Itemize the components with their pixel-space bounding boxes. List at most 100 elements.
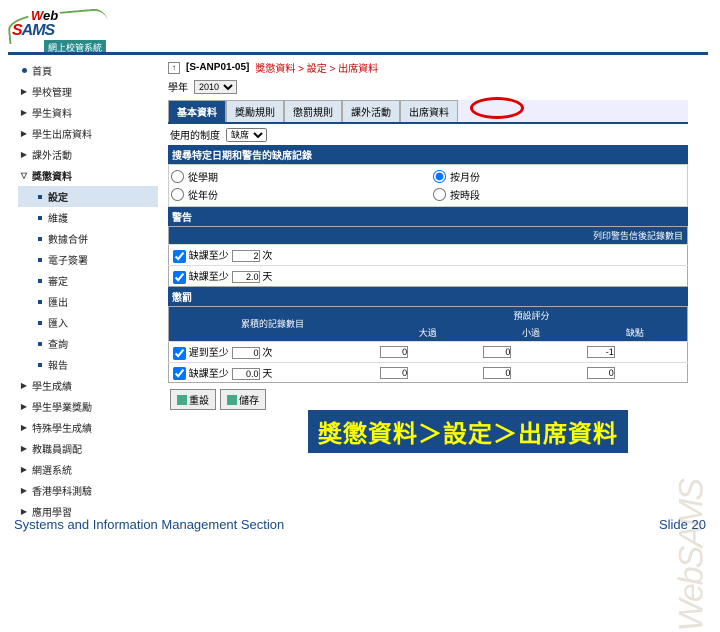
row-checkbox[interactable] — [173, 367, 186, 380]
sidebar-item-18[interactable]: ▶ 教職員調配 — [18, 438, 158, 459]
sidebar-item-label: 審定 — [48, 273, 68, 288]
square-icon — [36, 342, 44, 346]
score-input[interactable] — [380, 367, 408, 379]
sidebar-item-label: 查詢 — [48, 336, 68, 351]
sidebar-item-label: 學生資料 — [32, 105, 72, 120]
triangle-icon: ▶ — [20, 444, 28, 453]
row-checkbox[interactable] — [173, 271, 186, 284]
radio-label: 按時段 — [450, 187, 480, 202]
highlight-circle — [470, 97, 524, 119]
threshold-input[interactable] — [232, 347, 260, 359]
sidebar-item-12[interactable]: 匯入 — [18, 312, 158, 333]
screen-code: [S-ANP01-05] — [186, 62, 249, 73]
table-row: 缺課至少 天 — [169, 265, 688, 286]
square-icon — [36, 195, 44, 199]
back-icon — [177, 395, 187, 405]
triangle-icon: ▶ — [20, 108, 28, 117]
sidebar-item-15[interactable]: ▶學生成績 — [18, 375, 158, 396]
score-input[interactable] — [587, 367, 615, 379]
sidebar-item-3[interactable]: ▶ 學生出席資料 — [18, 123, 158, 144]
sidebar-item-19[interactable]: ▶網選系統 — [18, 459, 158, 480]
radio-input[interactable] — [171, 170, 184, 183]
period-radio-0[interactable]: 從學期 — [171, 169, 423, 184]
bullet-icon — [20, 68, 28, 73]
sidebar-item-label: 香港學科測驗 — [32, 483, 92, 498]
sidebar-item-20[interactable]: ▶ 香港學科測驗 — [18, 480, 158, 501]
score-input[interactable] — [380, 346, 408, 358]
triangle-icon: ▶ — [20, 465, 28, 474]
sidebar-item-0[interactable]: 首頁 — [18, 60, 158, 81]
footer-right: Slide 20 — [659, 517, 706, 532]
triangle-icon: ▶ — [20, 381, 28, 390]
sidebar-item-14[interactable]: 報告 — [18, 354, 158, 375]
sidebar: 首頁▶學校管理▶學生資料▶學生出席資料▶課外活動▽獎懲資料設定維護數據合併電子簽… — [18, 60, 158, 522]
main-panel: ↑ [S-ANP01-05] 獎懲資料 > 設定 > 出席資料 學年 2010 … — [168, 60, 688, 416]
sidebar-item-label: 學校管理 — [32, 84, 72, 99]
sidebar-item-9[interactable]: 電子簽署 — [18, 249, 158, 270]
sidebar-item-8[interactable]: 數據合併 — [18, 228, 158, 249]
tab-3[interactable]: 課外活動 — [342, 100, 400, 122]
sidebar-item-13[interactable]: 查詢 — [18, 333, 158, 354]
logo-sams: SAMS — [12, 22, 54, 40]
threshold-input[interactable] — [232, 271, 260, 283]
sidebar-item-7[interactable]: 維護 — [18, 207, 158, 228]
system-label: 使用的制度 — [170, 127, 220, 142]
sidebar-item-5[interactable]: ▽ 獎懲資料 — [18, 165, 158, 186]
score-input[interactable] — [483, 367, 511, 379]
triangle-icon: ▶ — [20, 150, 28, 159]
sidebar-item-label: 學生出席資料 — [32, 126, 92, 141]
sidebar-item-2[interactable]: ▶ 學生資料 — [18, 102, 158, 123]
radio-input[interactable] — [433, 170, 446, 183]
triangle-icon: ▶ — [20, 129, 28, 138]
button-label: 儲存 — [239, 392, 259, 407]
sidebar-item-6[interactable]: 設定 — [18, 186, 158, 207]
sidebar-item-17[interactable]: ▶特殊學生成績 — [18, 417, 158, 438]
path-banner: 獎懲資料＞設定＞出席資料 — [308, 410, 628, 453]
chevron-down-icon: ▽ — [20, 171, 28, 180]
punish-table: 累積的記錄數目預設評分 大過小過缺點 遲到至少 次 缺課至少 天 — [168, 306, 688, 384]
save-button[interactable]: 儲存 — [220, 389, 266, 410]
radio-input[interactable] — [171, 188, 184, 201]
logo-web: Web — [28, 8, 61, 23]
score-input[interactable] — [587, 346, 615, 358]
score-input[interactable] — [483, 346, 511, 358]
period-radios: 從學期 按月份從年份 按時段 — [168, 164, 688, 207]
square-icon — [36, 363, 44, 367]
sidebar-item-11[interactable]: 匯出 — [18, 291, 158, 312]
up-icon[interactable]: ↑ — [168, 62, 180, 74]
threshold-input[interactable] — [232, 368, 260, 380]
warning-table: 列印警告信後記錄數目 缺課至少 次 缺課至少 天 — [168, 226, 688, 287]
sidebar-item-1[interactable]: ▶學校管理 — [18, 81, 158, 102]
tab-2[interactable]: 懲罰規則 — [284, 100, 342, 122]
sidebar-item-label: 教職員調配 — [32, 441, 82, 456]
row-checkbox[interactable] — [173, 347, 186, 360]
sidebar-item-label: 維護 — [48, 210, 68, 225]
tab-1[interactable]: 獎勵規則 — [226, 100, 284, 122]
square-icon — [36, 279, 44, 283]
system-select[interactable]: 缺席 — [226, 128, 267, 142]
sidebar-item-4[interactable]: ▶課外活動 — [18, 144, 158, 165]
table-row: 缺課至少 天 — [169, 362, 688, 383]
sidebar-item-10[interactable]: 審定 — [18, 270, 158, 291]
radio-label: 從年份 — [188, 187, 218, 202]
square-icon — [36, 237, 44, 241]
sidebar-item-16[interactable]: ▶學生學業獎勵 — [18, 396, 158, 417]
period-radio-3[interactable]: 按時段 — [433, 187, 685, 202]
year-select[interactable]: 2010 — [194, 80, 237, 94]
radio-input[interactable] — [433, 188, 446, 201]
period-radio-1[interactable]: 按月份 — [433, 169, 685, 184]
sidebar-item-label: 匯出 — [48, 294, 68, 309]
back-button[interactable]: 重設 — [170, 389, 216, 410]
square-icon — [36, 321, 44, 325]
radio-label: 從學期 — [188, 169, 218, 184]
sidebar-item-label: 匯入 — [48, 315, 68, 330]
sidebar-item-label: 獎懲資料 — [32, 168, 72, 183]
row-checkbox[interactable] — [173, 250, 186, 263]
threshold-input[interactable] — [232, 250, 260, 262]
websams-logo: Web SAMS 網上校管系統 — [8, 8, 108, 50]
period-radio-2[interactable]: 從年份 — [171, 187, 423, 202]
triangle-icon: ▶ — [20, 486, 28, 495]
tab-0[interactable]: 基本資料 — [168, 100, 226, 122]
triangle-icon: ▶ — [20, 402, 28, 411]
tab-4[interactable]: 出席資料 — [400, 100, 458, 122]
